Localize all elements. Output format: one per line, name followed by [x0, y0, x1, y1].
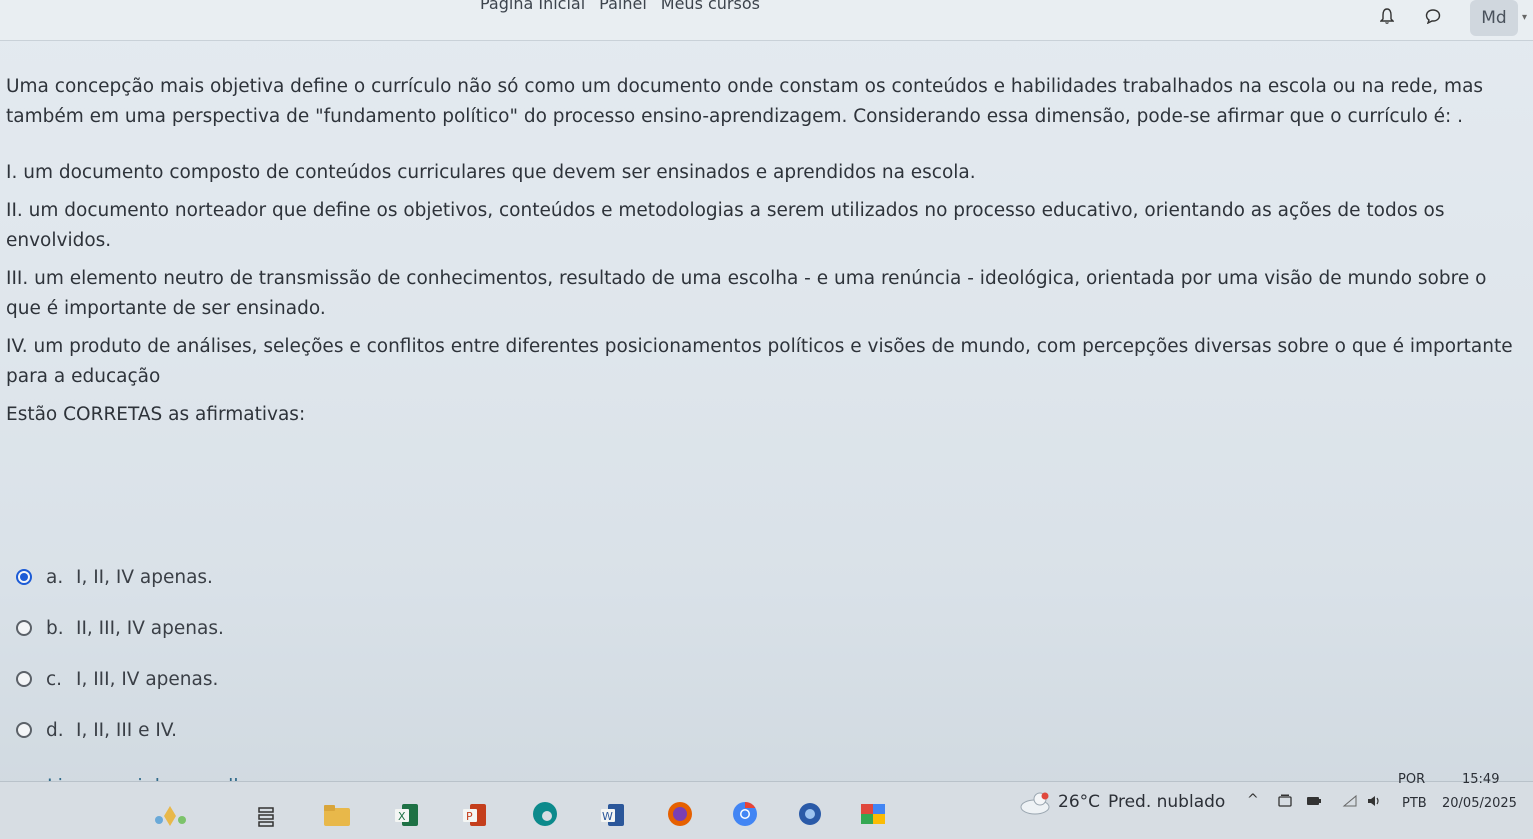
clock-time[interactable]: 15:49	[1462, 772, 1499, 787]
task-view-icon[interactable]	[252, 800, 282, 828]
option-letter: d.	[46, 719, 64, 741]
browser-icon[interactable]	[795, 800, 825, 828]
option-text: I, II, IV apenas.	[76, 566, 213, 588]
language-indicator[interactable]: POR	[1398, 772, 1425, 787]
speaker-icon[interactable]	[1366, 794, 1382, 808]
svg-text:X: X	[398, 810, 406, 823]
nav-home-link[interactable]: Página Inicial	[480, 0, 585, 13]
question-stem: Uma concepção mais objetiva define o cur…	[6, 76, 1484, 127]
option-text: I, II, III e IV.	[76, 719, 178, 741]
option-d[interactable]: d. I, II, III e IV.	[16, 717, 224, 743]
option-letter: b.	[46, 617, 64, 639]
statement-4: IV. um produto de análises, seleções e c…	[6, 336, 1513, 387]
widgets-icon[interactable]	[150, 802, 190, 830]
statement-2: II. um documento norteador que define os…	[6, 200, 1445, 251]
radio-option-d[interactable]	[16, 722, 32, 738]
user-avatar[interactable]: Md	[1470, 0, 1518, 36]
battery-icon[interactable]	[1306, 794, 1322, 808]
chevron-up-icon[interactable]: ^	[1247, 792, 1259, 808]
option-c[interactable]: c. I, III, IV apenas.	[16, 666, 224, 692]
question-text: Uma concepção mais objetiva define o cur…	[6, 72, 1521, 430]
weather-temperature[interactable]: 26°C	[1058, 792, 1100, 812]
option-a[interactable]: a. I, II, IV apenas.	[16, 564, 224, 590]
radio-option-b[interactable]	[16, 620, 32, 636]
app-icon[interactable]	[858, 800, 888, 828]
option-text: I, III, IV apenas.	[76, 668, 219, 690]
powerpoint-icon[interactable]: P	[460, 800, 490, 828]
svg-text:W: W	[602, 810, 613, 823]
taskbar: X P W 26°C Pred. nublado ^ POR PTB 15:49…	[0, 772, 1533, 839]
radio-option-c[interactable]	[16, 671, 32, 687]
top-navbar: Página Inicial Painel Meus cursos Md ▾	[0, 0, 1533, 41]
option-letter: c.	[46, 668, 63, 690]
edge-icon[interactable]	[530, 800, 560, 828]
avatar-initials: Md	[1481, 8, 1507, 28]
chat-icon[interactable]	[1425, 8, 1441, 24]
radio-option-a[interactable]	[16, 569, 32, 585]
question-prompt: Estão CORRETAS as afirmativas:	[6, 404, 306, 425]
word-icon[interactable]: W	[598, 800, 628, 828]
statement-1: I. um documento composto de conteúdos cu…	[6, 162, 976, 183]
nav-my-courses-link[interactable]: Meus cursos	[661, 0, 760, 13]
option-b[interactable]: b. II, III, IV apenas.	[16, 615, 224, 641]
chevron-down-icon[interactable]: ▾	[1522, 12, 1527, 23]
keyboard-layout-indicator[interactable]: PTB	[1402, 796, 1427, 811]
bell-icon[interactable]	[1380, 8, 1394, 24]
svg-text:P: P	[466, 810, 473, 823]
weather-cloud-icon[interactable]	[1018, 790, 1052, 816]
clock-date[interactable]: 20/05/2025	[1442, 796, 1517, 811]
top-nav: Página Inicial Painel Meus cursos	[480, 0, 760, 13]
wifi-icon[interactable]	[1342, 794, 1358, 808]
screen: Página Inicial Painel Meus cursos Md ▾ U…	[0, 0, 1533, 839]
weather-description[interactable]: Pred. nublado	[1108, 792, 1225, 812]
statement-3: III. um elemento neutro de transmissão d…	[6, 268, 1487, 319]
excel-icon[interactable]: X	[392, 800, 422, 828]
file-explorer-icon[interactable]	[322, 800, 352, 828]
camera-icon[interactable]	[1278, 794, 1294, 808]
answer-options: a. I, II, IV apenas. b. II, III, IV apen…	[16, 564, 224, 768]
firefox-icon[interactable]	[665, 800, 695, 828]
option-letter: a.	[46, 566, 64, 588]
option-text: II, III, IV apenas.	[76, 617, 224, 639]
nav-dashboard-link[interactable]: Painel	[599, 0, 647, 13]
chrome-icon[interactable]	[730, 800, 760, 828]
